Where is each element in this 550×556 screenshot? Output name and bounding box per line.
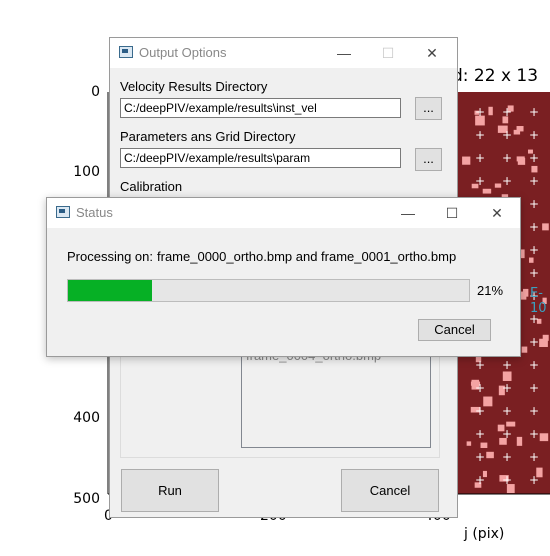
grid-cross-mark: + — [475, 427, 485, 441]
particle-mark — [522, 288, 529, 297]
grid-cross-mark: + — [502, 450, 512, 464]
minimize-button[interactable]: — — [386, 198, 430, 228]
grid-cross-mark: + — [529, 105, 539, 119]
grid-cross-mark: + — [502, 404, 512, 418]
particle-mark — [482, 188, 492, 194]
run-button[interactable]: Run — [121, 469, 219, 512]
status-cancel-button[interactable]: Cancel — [418, 319, 491, 341]
output-options-title: Output Options — [139, 45, 227, 60]
output-cancel-button[interactable]: Cancel — [341, 469, 439, 512]
particle-mark — [488, 106, 493, 116]
particle-mark — [513, 129, 521, 135]
particle-mark — [516, 436, 523, 446]
grid-cross-mark: + — [475, 174, 485, 188]
grid-cross-mark: + — [475, 151, 485, 165]
y-tick-100: 100 — [73, 164, 100, 180]
y-tick-400: 400 — [73, 410, 100, 426]
velocity-dir-field[interactable]: C:/deepPIV/example/results\inst_vel — [120, 98, 401, 118]
x-axis-label: j (pix) — [464, 526, 505, 542]
grid-cross-mark: + — [529, 473, 539, 487]
grid-cross-mark: + — [502, 105, 512, 119]
progress-bar — [67, 279, 470, 302]
grid-cross-mark: + — [475, 358, 485, 372]
grid-cross-mark: + — [529, 266, 539, 280]
grid-cross-mark: + — [529, 358, 539, 372]
grid-cross-mark: + — [529, 243, 539, 257]
status-window: Status — ☐ ✕ Processing on: frame_0000_o… — [46, 197, 521, 357]
grid-cross-mark: + — [502, 174, 512, 188]
particle-mark — [531, 165, 538, 173]
maximize-button[interactable]: ☐ — [430, 198, 474, 228]
app-icon — [119, 46, 133, 58]
grid-cross-mark: + — [502, 151, 512, 165]
close-button[interactable]: ✕ — [410, 38, 454, 68]
grid-cross-mark: + — [475, 404, 485, 418]
particle-mark — [502, 371, 512, 381]
grid-cross-mark: + — [529, 174, 539, 188]
processing-label: Processing on: — [67, 249, 153, 264]
particle-mark — [516, 156, 525, 162]
particle-mark — [494, 183, 502, 188]
grid-cross-mark: + — [529, 197, 539, 211]
grid-cross-mark: + — [475, 473, 485, 487]
grid-cross-mark: + — [475, 450, 485, 464]
parameters-browse-button[interactable]: ... — [415, 148, 442, 171]
grid-cross-mark: + — [475, 128, 485, 142]
status-titlebar[interactable]: Status — ☐ ✕ — [47, 198, 520, 228]
progress-fill — [68, 280, 153, 301]
grid-cross-mark: + — [475, 105, 485, 119]
file-list-box[interactable]: frame_0004_ortho.bmp — [241, 348, 431, 448]
app-icon — [56, 206, 70, 218]
output-options-titlebar[interactable]: Output Options — ☐ ✕ — [110, 38, 457, 68]
grid-cross-mark: + — [529, 335, 539, 349]
particle-mark — [506, 421, 516, 427]
parameters-dir-label: Parameters ans Grid Directory — [120, 129, 296, 144]
grid-cross-mark: + — [529, 151, 539, 165]
parameters-dir-field[interactable]: C:/deepPIV/example/results\param — [120, 148, 401, 168]
plot-annotation: E-10 — [530, 286, 547, 316]
status-title: Status — [76, 205, 113, 220]
particle-mark — [542, 334, 549, 341]
plot-title: d: 22 x 13 — [452, 66, 539, 86]
grid-cross-mark: + — [502, 473, 512, 487]
grid-cross-mark: + — [502, 358, 512, 372]
grid-cross-mark: + — [529, 404, 539, 418]
close-button[interactable]: ✕ — [475, 198, 519, 228]
particle-mark — [480, 442, 488, 448]
maximize-button[interactable]: ☐ — [366, 38, 410, 68]
grid-cross-mark: + — [529, 427, 539, 441]
calibration-label: Calibration — [120, 179, 183, 194]
particle-mark — [486, 451, 494, 459]
y-tick-0: 0 — [91, 84, 100, 100]
grid-cross-mark: + — [529, 220, 539, 234]
particle-mark — [462, 156, 471, 165]
velocity-dir-label: Velocity Results Directory — [120, 79, 268, 94]
grid-cross-mark: + — [529, 450, 539, 464]
particle-mark — [521, 346, 528, 353]
processing-value: frame_0000_ortho.bmp and frame_0001_orth… — [157, 249, 457, 264]
grid-cross-mark: + — [475, 381, 485, 395]
grid-cross-mark: + — [502, 381, 512, 395]
progress-percent: 21% — [477, 283, 504, 298]
particle-mark — [542, 223, 549, 231]
particle-mark — [529, 257, 534, 263]
particle-mark — [466, 441, 472, 446]
grid-cross-mark: + — [502, 427, 512, 441]
minimize-button[interactable]: — — [322, 38, 366, 68]
particle-mark — [539, 433, 549, 442]
velocity-browse-button[interactable]: ... — [415, 97, 442, 120]
y-tick-500: 500 — [73, 491, 100, 507]
grid-cross-mark: + — [529, 128, 539, 142]
grid-cross-mark: + — [502, 128, 512, 142]
grid-cross-mark: + — [529, 381, 539, 395]
